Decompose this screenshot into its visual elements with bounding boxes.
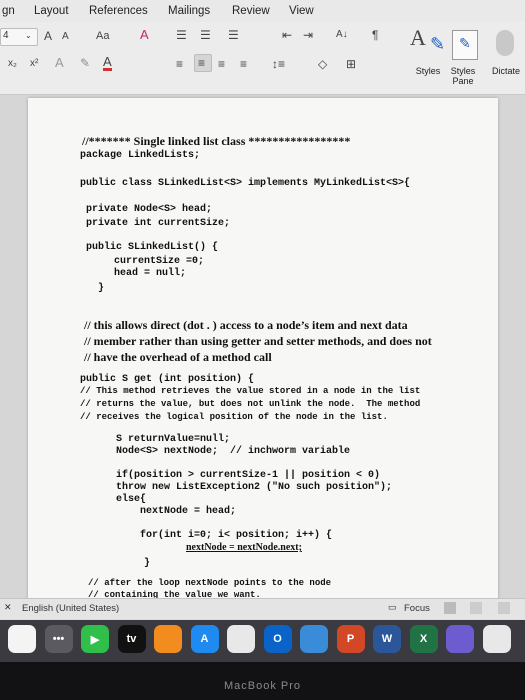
superscript-icon[interactable]: x² [30, 58, 38, 70]
status-bar: ✕ English (United States) ▭ Focus [0, 598, 525, 619]
doc-line-get-method: public S get (int position) { [80, 374, 255, 385]
doc-line-get-comment-3: // receives the logical position of the … [80, 412, 388, 422]
outline-view-icon[interactable] [498, 602, 510, 614]
doc-line-package: package LinkedLists; [80, 150, 201, 161]
doc-line-init-size: currentSize =0; [114, 256, 205, 267]
dock-excel-icon[interactable]: X [409, 625, 438, 653]
web-layout-icon[interactable] [470, 602, 482, 614]
dock-maps-icon[interactable] [300, 625, 328, 653]
styles-pane-label: Styles Pane [450, 66, 476, 86]
justify-icon[interactable]: ≡ [240, 58, 247, 70]
macos-dock: ••• ▶ tv A O P W X [0, 620, 525, 662]
doc-line-else: else{ [116, 494, 147, 505]
tab-mailings[interactable]: Mailings [168, 5, 210, 17]
doc-line-advance: nextNode = nextNode.next; [186, 542, 302, 553]
subscript-icon[interactable]: x₂ [8, 58, 17, 70]
increase-indent-icon[interactable]: ⇥ [303, 29, 313, 41]
doc-line-class-decl: public class SLinkedList<S> implements M… [80, 178, 411, 189]
styles-pane-icon: ✎ [459, 35, 471, 51]
proofing-icon[interactable]: ✕ [4, 602, 12, 613]
font-color-icon[interactable]: A [103, 55, 112, 71]
doc-line-for: for(int i=0; i< position; i++) { [140, 530, 333, 541]
bullets-icon[interactable]: ☰ [176, 29, 187, 41]
document-page[interactable]: //******* Single linked list class *****… [28, 98, 498, 608]
chevron-down-icon: ⌄ [25, 31, 32, 40]
dock-teams-icon[interactable] [227, 625, 255, 653]
doc-line-init-head: head = null; [114, 268, 187, 279]
dictate-label: Dictate [492, 66, 521, 76]
grow-font-icon[interactable]: A [44, 30, 52, 42]
doc-line-header-comment: //******* Single linked list class *****… [82, 134, 351, 148]
language-indicator[interactable]: English (United States) [22, 603, 119, 614]
decrease-indent-icon[interactable]: ⇤ [282, 29, 292, 41]
dock-appletv-icon[interactable]: tv [117, 625, 146, 653]
doc-line-constructor: public SLinkedList() { [86, 242, 219, 253]
hardware-brand-label: MacBook Pro [223, 680, 302, 692]
doc-line-next-node: Node<S> nextNode; // inchworm variable [116, 446, 351, 457]
dictate-mic-icon[interactable] [496, 30, 514, 56]
doc-line-get-comment-2: // returns the value, but does not unlin… [80, 399, 421, 409]
doc-line-head-field: private Node<S> head; [86, 204, 213, 215]
styles-icon: A [410, 25, 426, 50]
styles-gallery-button[interactable]: A ✎ [406, 25, 450, 62]
doc-line-if: if(position > currentSize-1 || position … [116, 470, 381, 481]
focus-icon[interactable]: ▭ [388, 602, 397, 613]
focus-button[interactable]: Focus [404, 603, 430, 614]
shading-icon[interactable]: ◇ [318, 58, 327, 70]
dock-photos-icon[interactable] [8, 625, 36, 653]
dock-powerpoint-icon[interactable]: P [336, 625, 365, 653]
ribbon-tab-bar: gn Layout References Mailings Review Vie… [0, 0, 525, 22]
styles-pane-button[interactable]: ✎ [452, 30, 478, 60]
doc-line-throw: throw new ListException2 ("No such posit… [116, 482, 393, 493]
doc-line-after-comment-1: // after the loop nextNode points to the… [88, 578, 332, 588]
dock-more-icon[interactable]: ••• [44, 625, 73, 653]
doc-line-get-comment-1: // This method retrieves the value store… [80, 386, 421, 396]
doc-line-assign-head: nextNode = head; [140, 506, 237, 517]
doc-line-return-value: S returnValue=null; [116, 434, 231, 445]
dock-doc-icon[interactable] [482, 625, 511, 653]
align-center-icon: ≡ [198, 56, 206, 70]
doc-line-size-field: private int currentSize; [86, 218, 231, 229]
tab-review[interactable]: Review [232, 5, 270, 17]
multilevel-list-icon[interactable]: ☰ [228, 29, 239, 41]
numbering-icon[interactable]: ☰ [200, 29, 211, 41]
align-left-icon[interactable]: ≡ [176, 58, 183, 70]
dock-outlook-icon[interactable]: O [263, 625, 292, 653]
pilcrow-icon[interactable]: ¶ [372, 29, 378, 41]
home-ribbon: 4 ⌄ A A Aa A x₂ x² A ✎ A ☰ ☰ ☰ ⇤ ⇥ A↓ ¶ … [0, 22, 525, 95]
text-effects-icon[interactable]: A [55, 56, 64, 69]
styles-label: Styles [415, 66, 441, 76]
tab-design[interactable]: gn [2, 5, 15, 17]
align-center-button[interactable]: ≡ [194, 54, 212, 72]
borders-icon[interactable]: ⊞ [346, 58, 356, 70]
highlight-icon[interactable]: ✎ [80, 57, 90, 69]
dock-word-icon[interactable]: W [373, 625, 401, 653]
clear-formatting-icon[interactable]: A [140, 28, 149, 41]
tab-layout[interactable]: Layout [34, 5, 69, 17]
doc-line-comment-1: // this allows direct (dot . ) access to… [84, 318, 408, 332]
dock-facetime-icon[interactable]: ▶ [81, 625, 109, 653]
dock-books-icon[interactable] [154, 625, 182, 653]
styles-pen-icon: ✎ [430, 34, 446, 54]
align-right-icon[interactable]: ≡ [218, 58, 225, 70]
dock-appstore-icon[interactable]: A [190, 625, 219, 653]
sort-icon[interactable]: A↓ [336, 29, 348, 41]
font-size-dropdown[interactable]: 4 ⌄ [0, 28, 38, 46]
word-window: gn Layout References Mailings Review Vie… [0, 0, 525, 628]
tab-references[interactable]: References [89, 5, 148, 17]
shrink-font-icon[interactable]: A [62, 31, 69, 43]
font-size-value: 4 [3, 30, 9, 41]
dock-mirror-icon[interactable] [446, 625, 474, 653]
doc-line-comment-2: // member rather than using getter and s… [84, 334, 432, 348]
print-layout-icon[interactable] [444, 602, 456, 614]
change-case-icon[interactable]: Aa [96, 30, 109, 42]
doc-line-close-brace: } [98, 283, 105, 294]
tab-view[interactable]: View [289, 5, 314, 17]
line-spacing-icon[interactable]: ↕≡ [272, 58, 285, 70]
doc-line-comment-3: // have the overhead of a method call [84, 350, 272, 364]
doc-line-for-close: } [144, 558, 151, 569]
